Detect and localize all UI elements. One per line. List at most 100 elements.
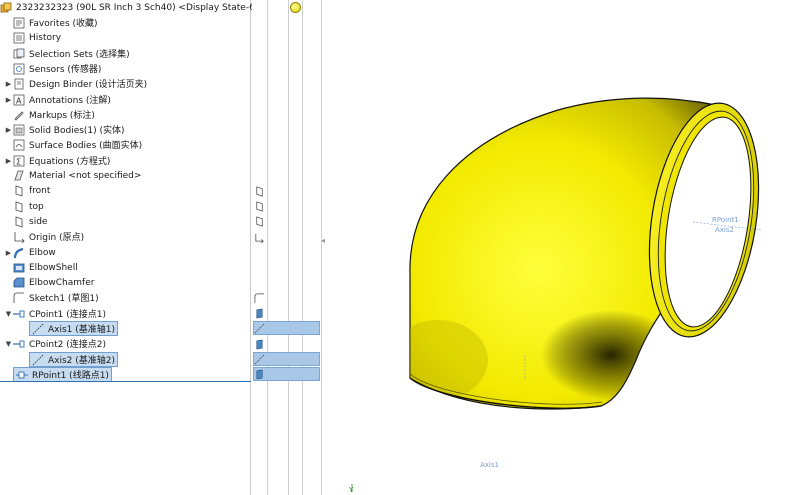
selected-item-highlight[interactable]: RPoint1 (线路点1): [13, 367, 112, 382]
tree-item-content[interactable]: Favorites (收藏): [13, 16, 98, 29]
tree-item-content[interactable]: Sketch1 (草图1): [13, 291, 99, 304]
tree-item-label: ElbowShell: [29, 262, 78, 273]
tree-item[interactable]: ▶ Solid Bodies(1) (实体): [0, 122, 125, 137]
tree-item[interactable]: Markups (标注): [0, 107, 95, 122]
favorites-icon: [13, 17, 25, 29]
selected-item-highlight[interactable]: Axis1 (基准轴1): [29, 321, 119, 336]
graphics-viewport[interactable]: RPoint1 Axis2 Axis1 Y: [326, 0, 794, 495]
equations-icon: Σ: [13, 155, 25, 167]
tree-item[interactable]: Material <not specified>: [0, 168, 141, 183]
plane-icon: [13, 215, 25, 228]
tree-item-content[interactable]: Selection Sets (选择集): [13, 47, 130, 60]
tree-item[interactable]: Surface Bodies (曲面实体): [0, 137, 142, 152]
tree-item[interactable]: ElbowChamfer: [0, 275, 94, 290]
tree-item-label: Material <not specified>: [29, 170, 142, 181]
tree-item[interactable]: RPoint1 (线路点1): [0, 367, 112, 382]
collapse-arrow-icon[interactable]: ▼: [4, 340, 13, 348]
tree-item[interactable]: History: [0, 30, 61, 45]
sketch-display-icon[interactable]: [253, 292, 265, 304]
tree-item-content[interactable]: ElbowChamfer: [13, 277, 94, 289]
connection-point-icon: [13, 338, 25, 350]
plane-display-icon[interactable]: [253, 185, 265, 197]
tree-root[interactable]: 2323232323 (90L SR Inch 3 Sch40) <Displa…: [0, 0, 268, 15]
tree-item[interactable]: Axis2 (基准轴2): [0, 352, 119, 367]
tree-item-content[interactable]: Solid Bodies(1) (实体): [13, 123, 125, 136]
tree-item-content[interactable]: Sensors (传感器): [13, 62, 101, 75]
tree-item[interactable]: Axis1 (基准轴1): [0, 321, 119, 336]
tree-item-content[interactable]: Origin (原点): [13, 230, 84, 243]
expand-arrow-icon[interactable]: ▶: [4, 157, 13, 165]
route-point-icon: [16, 369, 28, 381]
axis2-label[interactable]: Axis2: [715, 226, 734, 234]
rpoint1-label[interactable]: RPoint1: [712, 216, 739, 224]
tree-item-label: front: [29, 185, 51, 196]
tree-item-label: Axis2 (基准轴2): [48, 356, 116, 366]
tree-item-content[interactable]: A Annotations (注解): [13, 93, 111, 106]
tree-item-label: Selection Sets (选择集): [29, 50, 130, 60]
origin-display-icon[interactable]: [253, 231, 265, 243]
appearance-ball-icon[interactable]: [290, 2, 301, 13]
svg-text:A: A: [16, 96, 22, 105]
cpoint-display-icon[interactable]: [253, 338, 265, 350]
tree-item-content[interactable]: ElbowShell: [13, 262, 78, 274]
tree-item[interactable]: ▶ Σ Equations (方程式): [0, 153, 110, 168]
axis1-label[interactable]: Axis1: [480, 461, 499, 469]
rpoint-display-icon[interactable]: [253, 368, 265, 380]
tree-item[interactable]: ElbowShell: [0, 260, 78, 275]
tree-item-content[interactable]: Design Binder (设计活页夹): [13, 77, 147, 90]
part-icon: [0, 2, 12, 14]
column-divider: [321, 0, 322, 495]
column-divider: [267, 0, 268, 495]
tree-item-content[interactable]: History: [13, 32, 61, 44]
expand-arrow-icon[interactable]: ▶: [4, 126, 13, 134]
tree-item[interactable]: Sensors (传感器): [0, 61, 101, 76]
tree-item-content[interactable]: top: [13, 200, 44, 213]
tree-item[interactable]: ▶ Design Binder (设计活页夹): [0, 76, 147, 91]
shell-feature-icon: [13, 262, 25, 274]
tree-item-label: side: [29, 216, 48, 227]
tree-item[interactable]: top: [0, 199, 44, 214]
material-icon: [13, 170, 25, 182]
tree-item-content[interactable]: Markups (标注): [13, 108, 95, 121]
feature-manager-tree[interactable]: 2323232323 (90L SR Inch 3 Sch40) <Displa…: [0, 0, 268, 495]
tree-item[interactable]: ▶ A Annotations (注解): [0, 92, 111, 107]
tree-item[interactable]: ▶ Elbow: [0, 245, 56, 260]
plane-display-icon[interactable]: [253, 200, 265, 212]
tree-item-content[interactable]: Surface Bodies (曲面实体): [13, 138, 142, 151]
tree-item-label: History: [29, 32, 62, 43]
tree-item-content[interactable]: CPoint2 (连接点2): [13, 337, 106, 350]
selected-item-highlight[interactable]: Axis2 (基准轴2): [29, 352, 119, 367]
axis-display-icon[interactable]: [253, 353, 265, 365]
cpoint-display-icon[interactable]: [253, 307, 265, 319]
elbow-model[interactable]: [326, 0, 794, 495]
plane-display-icon[interactable]: [253, 215, 265, 227]
tree-item-content[interactable]: Elbow: [13, 247, 56, 259]
axis-display-icon[interactable]: [253, 322, 265, 334]
axis-icon: [32, 323, 44, 335]
tree-item-content[interactable]: Σ Equations (方程式): [13, 154, 110, 167]
tree-item[interactable]: Selection Sets (选择集): [0, 46, 130, 61]
tree-item[interactable]: Origin (原点): [0, 229, 84, 244]
collapse-arrow-icon[interactable]: ▼: [4, 310, 13, 318]
tree-item-content[interactable]: CPoint1 (连接点1): [13, 307, 106, 320]
tree-item[interactable]: ▼ CPoint1 (连接点1): [0, 306, 106, 321]
design-binder-icon: [13, 78, 25, 90]
tree-item-label: Design Binder (设计活页夹): [29, 80, 148, 90]
expand-arrow-icon[interactable]: ▶: [4, 96, 13, 104]
expand-arrow-icon[interactable]: ▶: [4, 249, 13, 257]
tree-item[interactable]: Sketch1 (草图1): [0, 290, 99, 305]
plane-icon: [13, 184, 25, 197]
tree-item[interactable]: front: [0, 183, 50, 198]
tree-item-content[interactable]: side: [13, 215, 48, 228]
tree-item-content[interactable]: front: [13, 184, 51, 197]
tree-item[interactable]: side: [0, 214, 47, 229]
surface-bodies-icon: [13, 139, 25, 151]
tree-item[interactable]: Favorites (收藏): [0, 15, 98, 30]
tree-item-content[interactable]: Material <not specified>: [13, 170, 141, 182]
expand-arrow-icon[interactable]: ▶: [4, 80, 13, 88]
tree-item[interactable]: ▼ CPoint2 (连接点2): [0, 336, 106, 351]
column-divider: [288, 0, 289, 495]
rollback-bar[interactable]: [0, 381, 251, 382]
pane-splitter-handle[interactable]: ◂: [321, 236, 325, 245]
tree-item-label: Sketch1 (草图1): [29, 294, 99, 304]
